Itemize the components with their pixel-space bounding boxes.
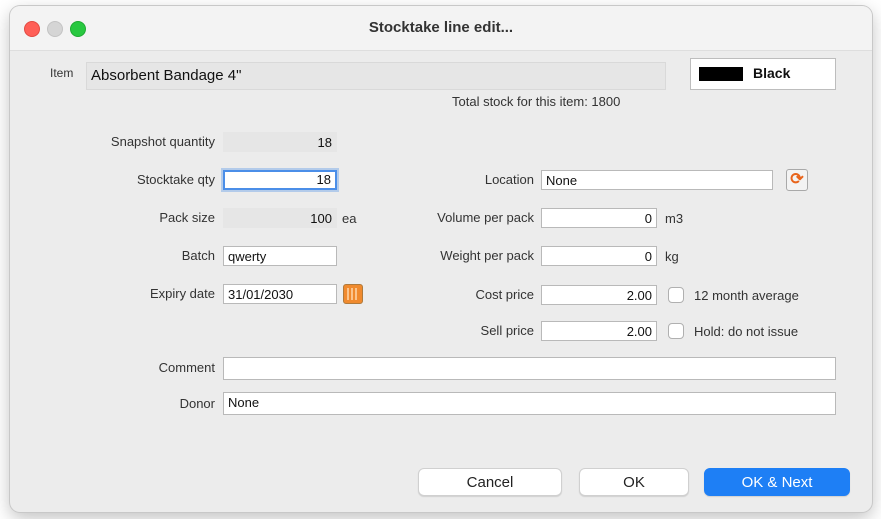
- volume-unit: m3: [665, 211, 684, 226]
- ok-and-next-button[interactable]: OK & Next: [704, 468, 850, 496]
- snapshot-quantity-label: Snapshot quantity: [110, 134, 215, 149]
- batch-input[interactable]: qwerty: [223, 246, 337, 266]
- window-title: Stocktake line edit...: [368, 19, 514, 36]
- twelve-month-average-checkbox[interactable]: [668, 287, 684, 303]
- weight-per-pack-input[interactable]: 0: [541, 246, 657, 266]
- title-bar: Stocktake line edit...: [10, 6, 872, 51]
- weight-unit: kg: [665, 249, 679, 264]
- total-stock-text: Total stock for this item: 1800: [452, 94, 621, 109]
- ok-button[interactable]: OK: [579, 468, 689, 496]
- hold-checkbox[interactable]: [668, 323, 684, 339]
- color-label: Black: [753, 65, 791, 81]
- color-swatch: [699, 67, 743, 81]
- refresh-icon[interactable]: ⟳: [786, 169, 808, 191]
- item-color-selector[interactable]: Black: [690, 58, 836, 90]
- donor-input[interactable]: None: [223, 392, 836, 415]
- location-input[interactable]: None: [541, 170, 773, 190]
- sell-price-label: Sell price: [480, 323, 534, 338]
- cost-price-label: Cost price: [475, 287, 534, 302]
- item-label: Item: [50, 66, 74, 80]
- comment-label: Comment: [158, 360, 215, 375]
- donor-label: Donor: [179, 396, 215, 411]
- item-name-field: Absorbent Bandage 4": [86, 62, 666, 90]
- twelve-month-average-label: 12 month average: [694, 288, 799, 303]
- cancel-button[interactable]: Cancel: [418, 468, 562, 496]
- batch-label: Batch: [181, 248, 215, 263]
- snapshot-quantity-field: 18: [223, 132, 337, 152]
- stocktake-qty-input[interactable]: 18: [223, 170, 337, 190]
- stocktake-dialog: Stocktake line edit... Item Absorbent Ba…: [10, 6, 872, 512]
- pack-size-unit: ea: [342, 211, 357, 226]
- pack-size-label: Pack size: [159, 210, 215, 225]
- location-label: Location: [484, 172, 534, 187]
- comment-input[interactable]: [223, 357, 836, 380]
- volume-per-pack-input[interactable]: 0: [541, 208, 657, 228]
- sell-price-input[interactable]: 2.00: [541, 321, 657, 341]
- pack-size-field: 100: [223, 208, 337, 228]
- hold-label: Hold: do not issue: [694, 324, 799, 339]
- cost-price-input[interactable]: 2.00: [541, 285, 657, 305]
- weight-per-pack-label: Weight per pack: [440, 248, 534, 263]
- calendar-icon[interactable]: [343, 284, 363, 304]
- expiry-date-label: Expiry date: [149, 286, 215, 301]
- expiry-date-input[interactable]: 31/01/2030: [223, 284, 337, 304]
- stocktake-qty-label: Stocktake qty: [136, 172, 215, 187]
- volume-per-pack-label: Volume per pack: [437, 210, 534, 225]
